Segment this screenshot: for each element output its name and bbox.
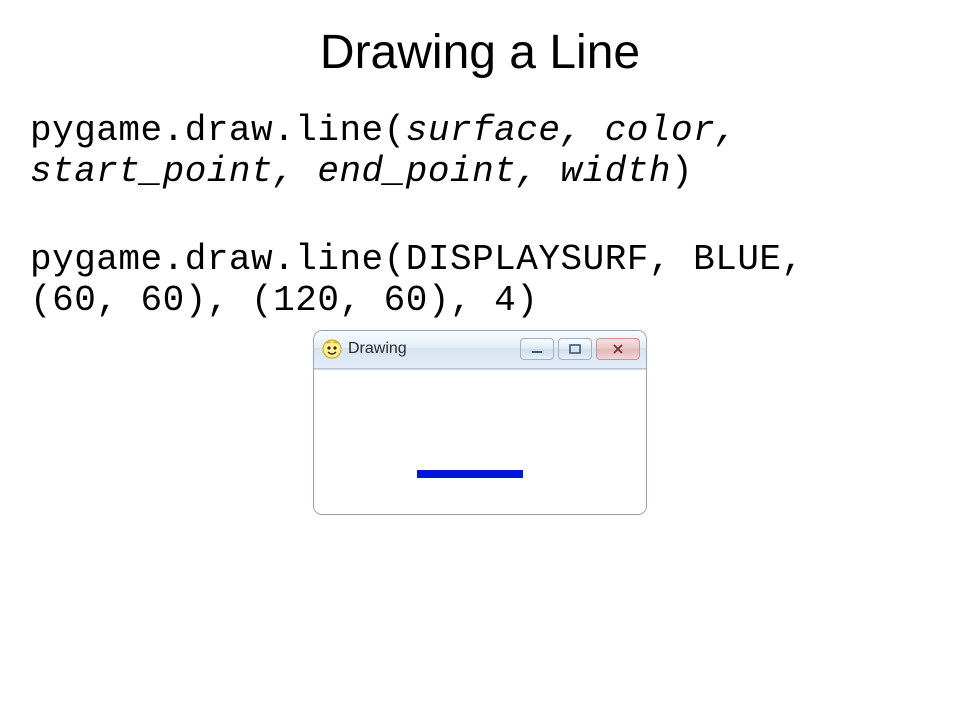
minimize-button[interactable] (520, 338, 554, 360)
pygame-window: Drawing (313, 330, 647, 515)
window-title: Drawing (348, 340, 520, 358)
drawn-line (417, 470, 523, 478)
window-client-area (314, 369, 646, 514)
close-button[interactable] (596, 338, 640, 360)
maximize-button[interactable] (558, 338, 592, 360)
example-line-1: pygame.draw.line(DISPLAYSURF, BLUE, (30, 239, 930, 280)
window-buttons (520, 338, 640, 360)
window-titlebar: Drawing (314, 331, 646, 369)
example-block: pygame.draw.line(DISPLAYSURF, BLUE, (60,… (30, 239, 930, 322)
syntax-block: pygame.draw.line(surface, color, start_p… (30, 110, 930, 193)
example-line-2: (60, 60), (120, 60), 4) (30, 280, 930, 321)
syntax-prefix: pygame.draw.line( (30, 110, 406, 151)
slide-title: Drawing a Line (30, 25, 930, 80)
syntax-suffix: ) (671, 151, 693, 192)
pygame-icon (322, 339, 342, 359)
